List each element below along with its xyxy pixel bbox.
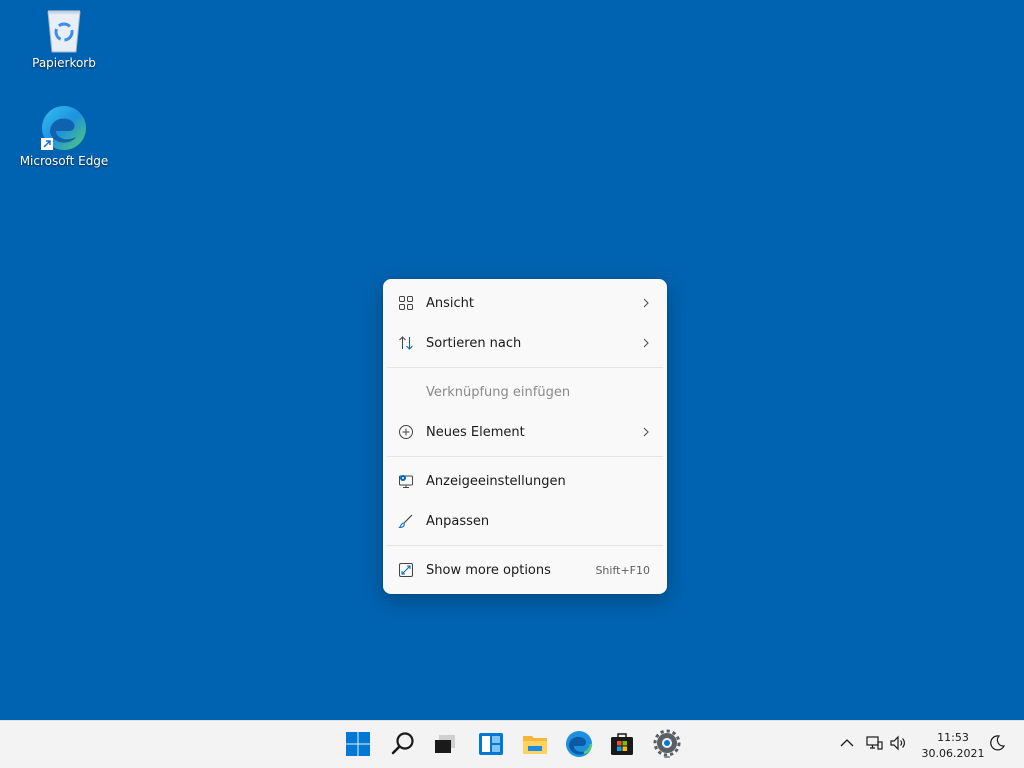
recycle-bin-icon	[40, 6, 88, 54]
grid-view-icon	[399, 296, 413, 310]
network-icon[interactable]	[864, 733, 884, 753]
edge-icon[interactable]	[564, 729, 594, 759]
desktop-icon-label: Microsoft Edge	[19, 154, 109, 168]
menu-separator	[387, 545, 663, 546]
settings-icon[interactable]	[652, 729, 682, 759]
shortcut-text: Shift+F10	[595, 563, 650, 577]
menu-item-label: Ansicht	[426, 295, 475, 311]
desktop-context-menu: Ansicht Sortieren nach Verknüpfung einfü…	[383, 279, 667, 594]
display-settings-icon	[399, 475, 413, 488]
widgets-icon[interactable]	[476, 729, 506, 759]
desktop-icon-edge[interactable]: Microsoft Edge	[19, 104, 109, 168]
menu-item-label: Sortieren nach	[426, 335, 522, 351]
clock-date: 30.06.2021	[921, 747, 985, 760]
menu-item-sortieren-nach[interactable]: Sortieren nach	[383, 323, 667, 363]
menu-item-verknuepfung-einfuegen: Verknüpfung einfügen	[383, 372, 667, 412]
menu-item-label: Anzeigeeinstellungen	[426, 473, 566, 489]
menu-item-label: Anpassen	[426, 513, 490, 529]
file-explorer-icon[interactable]	[520, 729, 550, 759]
desktop-icon-recycle-bin[interactable]: Papierkorb	[19, 6, 109, 70]
menu-item-label: Neues Element	[426, 424, 525, 440]
menu-item-ansicht[interactable]: Ansicht	[383, 283, 667, 323]
task-view-icon[interactable]	[430, 729, 460, 759]
menu-item-neues-element[interactable]: Neues Element	[383, 412, 667, 452]
menu-item-show-more-options[interactable]: Show more options Shift+F10	[383, 550, 667, 590]
clock[interactable]: 11:53 30.06.2021	[918, 730, 988, 762]
volume-icon[interactable]	[889, 733, 909, 753]
search-icon[interactable]	[388, 729, 418, 759]
chevron-right-icon	[643, 427, 649, 437]
expand-icon	[399, 563, 413, 577]
menu-item-anzeigeeinstellungen[interactable]: Anzeigeeinstellungen	[383, 461, 667, 501]
plus-circle-icon	[399, 425, 413, 439]
chevron-right-icon	[643, 338, 649, 348]
start-icon[interactable]	[343, 729, 373, 759]
notifications-moon-icon[interactable]	[987, 733, 1007, 753]
menu-item-label: Verknüpfung einfügen	[426, 384, 571, 400]
clock-time: 11:53	[937, 731, 969, 744]
menu-item-anpassen[interactable]: Anpassen	[383, 501, 667, 541]
menu-item-label: Show more options	[426, 562, 551, 578]
sort-arrows-icon	[399, 336, 413, 350]
brush-icon	[398, 514, 413, 529]
taskbar: 11:53 30.06.2021	[0, 720, 1024, 768]
menu-separator	[387, 367, 663, 368]
desktop-icon-label: Papierkorb	[32, 56, 96, 70]
menu-separator	[387, 456, 663, 457]
chevron-right-icon	[643, 298, 649, 308]
chevron-up-icon[interactable]	[837, 733, 857, 753]
edge-icon	[40, 104, 88, 152]
store-icon[interactable]	[607, 729, 637, 759]
